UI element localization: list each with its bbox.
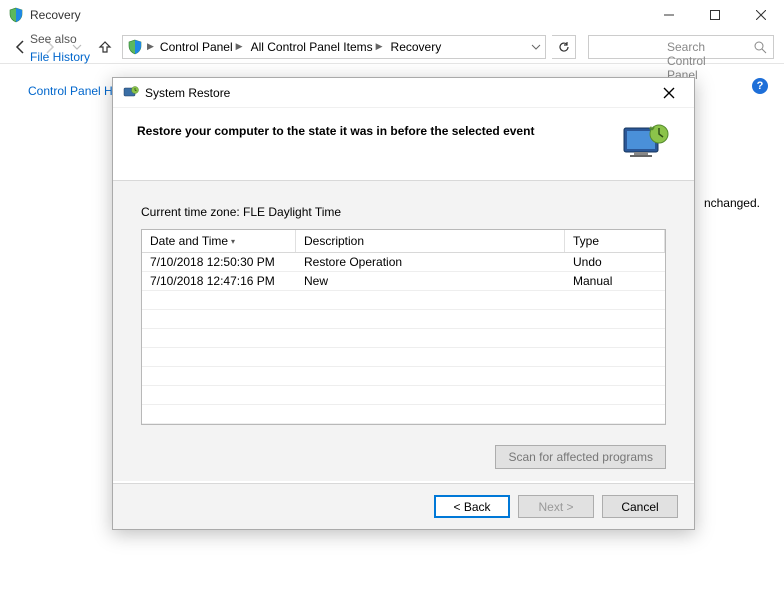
dialog-footer: < Back Next > Cancel bbox=[113, 483, 694, 529]
back-button[interactable]: < Back bbox=[434, 495, 510, 518]
dialog-titlebar: System Restore bbox=[113, 78, 694, 108]
system-restore-icon bbox=[123, 85, 139, 101]
window-title: Recovery bbox=[30, 8, 646, 22]
breadcrumb-label: Recovery bbox=[391, 40, 442, 54]
breadcrumb-label: Control Panel bbox=[160, 40, 233, 54]
table-row[interactable]: 7/10/2018 12:47:16 PM New Manual bbox=[142, 272, 665, 291]
window-titlebar: Recovery bbox=[0, 0, 784, 30]
search-input[interactable]: Search Control Panel bbox=[588, 35, 774, 59]
address-bar[interactable]: ▶ Control Panel▶ All Control Panel Items… bbox=[122, 35, 546, 59]
table-row[interactable]: 7/10/2018 12:50:30 PM Restore Operation … bbox=[142, 253, 665, 272]
breadcrumb-item[interactable]: Control Panel▶ bbox=[158, 40, 245, 54]
cell-date: 7/10/2018 12:50:30 PM bbox=[142, 253, 296, 271]
dialog-heading: Restore your computer to the state it wa… bbox=[137, 122, 610, 138]
recovery-shield-icon bbox=[8, 7, 24, 23]
column-header-date[interactable]: Date and Time▾ bbox=[142, 230, 296, 252]
chevron-right-icon[interactable]: ▶ bbox=[236, 41, 243, 52]
chevron-down-icon[interactable] bbox=[531, 42, 541, 52]
window-controls bbox=[646, 0, 784, 30]
next-button[interactable]: Next > bbox=[518, 495, 594, 518]
control-panel-home-link[interactable]: Control Panel H bbox=[28, 84, 113, 98]
obscured-text: nchanged. bbox=[704, 196, 760, 210]
up-arrow-icon[interactable] bbox=[94, 36, 116, 58]
table-row bbox=[142, 405, 665, 424]
nav-toolbar: ▶ Control Panel▶ All Control Panel Items… bbox=[0, 30, 784, 64]
timezone-label: Current time zone: FLE Daylight Time bbox=[141, 205, 666, 219]
table-header-row: Date and Time▾ Description Type bbox=[142, 230, 665, 253]
scan-affected-programs-button[interactable]: Scan for affected programs bbox=[495, 445, 666, 469]
cell-type: Manual bbox=[565, 272, 665, 290]
breadcrumb-item[interactable]: Recovery bbox=[389, 40, 444, 54]
refresh-button[interactable] bbox=[552, 35, 576, 59]
column-header-type[interactable]: Type bbox=[565, 230, 665, 252]
column-header-description[interactable]: Description bbox=[296, 230, 565, 252]
table-row bbox=[142, 386, 665, 405]
help-icon[interactable]: ? bbox=[752, 78, 768, 94]
monitor-clock-icon bbox=[622, 122, 670, 162]
chevron-right-icon[interactable]: ▶ bbox=[147, 41, 154, 52]
file-history-link[interactable]: File History bbox=[30, 50, 90, 64]
dialog-title: System Restore bbox=[145, 86, 230, 100]
restore-points-table[interactable]: Date and Time▾ Description Type 7/10/201… bbox=[141, 229, 666, 425]
cell-description: New bbox=[296, 272, 565, 290]
system-restore-dialog: System Restore Restore your computer to … bbox=[112, 77, 695, 530]
table-row bbox=[142, 310, 665, 329]
table-row bbox=[142, 348, 665, 367]
dialog-header: Restore your computer to the state it wa… bbox=[113, 108, 694, 181]
search-icon bbox=[753, 40, 767, 54]
table-row bbox=[142, 329, 665, 348]
dialog-body: Current time zone: FLE Daylight Time Dat… bbox=[113, 181, 694, 481]
close-button[interactable] bbox=[738, 0, 784, 30]
table-row bbox=[142, 367, 665, 386]
table-row bbox=[142, 291, 665, 310]
search-placeholder: Search Control Panel bbox=[667, 40, 681, 54]
cell-type: Undo bbox=[565, 253, 665, 271]
back-arrow-icon[interactable] bbox=[10, 36, 32, 58]
dialog-close-button[interactable] bbox=[654, 81, 684, 105]
minimize-button[interactable] bbox=[646, 0, 692, 30]
maximize-button[interactable] bbox=[692, 0, 738, 30]
cell-description: Restore Operation bbox=[296, 253, 565, 271]
see-also-heading: See also bbox=[30, 32, 77, 46]
cancel-button[interactable]: Cancel bbox=[602, 495, 678, 518]
breadcrumb-item[interactable]: All Control Panel Items▶ bbox=[249, 40, 385, 54]
breadcrumb-label: All Control Panel Items bbox=[251, 40, 373, 54]
location-shield-icon bbox=[127, 39, 143, 55]
cell-date: 7/10/2018 12:47:16 PM bbox=[142, 272, 296, 290]
chevron-right-icon[interactable]: ▶ bbox=[376, 41, 383, 52]
sort-descending-icon: ▾ bbox=[231, 237, 235, 246]
